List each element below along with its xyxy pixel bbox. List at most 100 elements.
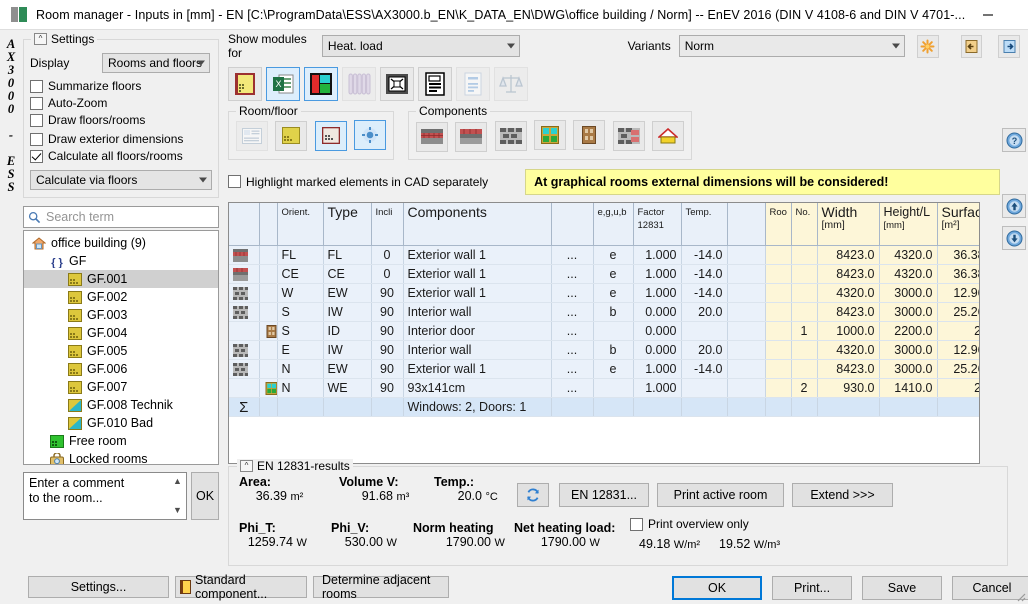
roof-icon[interactable] xyxy=(652,121,685,151)
cell-no[interactable] xyxy=(791,340,818,360)
cell-comp[interactable]: 93x141cm xyxy=(403,378,552,398)
cell-comp[interactable]: Exterior wall 1 xyxy=(403,359,552,379)
col-header-gap[interactable] xyxy=(727,202,766,246)
cell-temp[interactable]: -14.0 xyxy=(681,359,728,379)
show-modules-select[interactable]: Heat. load xyxy=(321,35,520,57)
cell-surface[interactable]: 36.3874 xyxy=(937,264,979,284)
tree-item-gf[interactable]: { } GF xyxy=(24,252,218,270)
cell-no[interactable] xyxy=(791,264,818,284)
tree-item-office-building-9[interactable]: office building (9) xyxy=(24,234,218,252)
cell-factor[interactable]: 1.000 xyxy=(633,283,682,303)
cell-height[interactable]: 2200.0 xyxy=(879,321,938,341)
checkbox-calculate-all-floors-rooms[interactable]: Calculate all floors/rooms xyxy=(30,149,212,163)
col-header-orient[interactable]: Orient. xyxy=(277,202,324,246)
wall-icon[interactable] xyxy=(494,121,527,151)
col-header-comp[interactable]: Components xyxy=(403,202,552,246)
cell-dots[interactable]: ... xyxy=(551,359,594,379)
room-dark-icon[interactable] xyxy=(314,120,347,151)
table-row[interactable]: S IW 90 Interior wall... b 0.000 20.0 8423.0 300… xyxy=(229,302,979,322)
cell-factor[interactable]: 0.000 xyxy=(633,321,682,341)
cell-incli[interactable]: 0 xyxy=(371,245,404,265)
room-area-icon[interactable] xyxy=(275,120,308,151)
cell-orient[interactable]: S xyxy=(277,321,324,341)
cell-roo[interactable] xyxy=(765,321,792,341)
excel-export-icon[interactable]: X xyxy=(266,67,300,101)
col-header-width[interactable]: Width [mm] xyxy=(817,202,880,246)
tree-item-free-room[interactable]: Free room xyxy=(24,432,218,450)
exterior-wall-icon[interactable] xyxy=(612,121,645,151)
cell-height[interactable]: 4320.0 xyxy=(879,245,938,265)
cell-egub[interactable]: b xyxy=(593,302,634,322)
col-header-egub[interactable]: e,g,u,b xyxy=(593,202,634,246)
tree-item-gf-005[interactable]: GF.005 xyxy=(24,342,218,360)
cell-roo[interactable] xyxy=(765,378,792,398)
components-table-container[interactable]: Orient. Type Incli Components e,g,u,b Factor 1… xyxy=(228,201,980,464)
balance-scale-icon[interactable] xyxy=(494,67,528,101)
cell-height[interactable]: 4320.0 xyxy=(879,264,938,284)
search-box[interactable]: Search term xyxy=(23,206,219,228)
cell-icon[interactable] xyxy=(229,359,260,379)
cell-egub[interactable]: e xyxy=(593,245,634,265)
cell-width[interactable]: 8423.0 xyxy=(817,359,880,379)
cell-comp[interactable]: Exterior wall 1 xyxy=(403,264,552,284)
cell-icon2[interactable] xyxy=(259,378,278,398)
comment-ok-button[interactable]: OK xyxy=(191,472,219,520)
cell-egub[interactable]: e xyxy=(593,264,634,284)
cell-egub[interactable] xyxy=(593,378,634,398)
document-icon[interactable] xyxy=(418,67,452,101)
cell-no[interactable] xyxy=(791,302,818,322)
standard-component-button[interactable]: Standard component... xyxy=(175,573,307,601)
checkbox-draw-floors-rooms[interactable]: Draw floors/rooms xyxy=(30,113,212,127)
cell-icon[interactable] xyxy=(229,340,260,360)
cell-surface[interactable]: 25.2690 xyxy=(937,359,979,379)
cell-gap[interactable] xyxy=(727,264,766,284)
cell-icon[interactable] xyxy=(229,302,260,322)
cell-surface[interactable]: 12.9600 xyxy=(937,340,979,360)
cell-dots[interactable]: ... xyxy=(551,283,594,303)
col-header-icon[interactable] xyxy=(229,202,260,246)
cell-no[interactable] xyxy=(791,245,818,265)
col-header-factor[interactable]: Factor 12831 xyxy=(633,202,682,246)
cell-type[interactable]: ID xyxy=(323,321,372,341)
cell-egub[interactable] xyxy=(593,321,634,341)
cell-roo[interactable] xyxy=(765,302,792,322)
col-header-icon2[interactable] xyxy=(259,202,278,246)
cell-width[interactable]: 8423.0 xyxy=(817,264,880,284)
refresh-button[interactable] xyxy=(517,483,549,507)
cell-factor[interactable]: 0.000 xyxy=(633,302,682,322)
snowflake-icon[interactable] xyxy=(916,34,939,58)
pipes-icon[interactable] xyxy=(342,67,376,101)
cell-dots[interactable]: ... xyxy=(551,378,594,398)
comment-scrollbar[interactable]: ▲ ▼ xyxy=(170,474,185,518)
window-icon[interactable] xyxy=(534,120,567,150)
determine-adjacent-rooms-button[interactable]: Determine adjacent rooms xyxy=(313,573,449,601)
cell-icon2[interactable] xyxy=(259,264,278,284)
cell-factor[interactable]: 1.000 xyxy=(633,245,682,265)
cell-orient[interactable]: S xyxy=(277,302,324,322)
col-header-roo[interactable]: Roo xyxy=(765,202,792,246)
cell-gap[interactable] xyxy=(727,340,766,360)
tree-item-gf-007[interactable]: GF.007 xyxy=(24,378,218,396)
cell-icon2[interactable] xyxy=(259,340,278,360)
col-header-surface[interactable]: Surface[m²] xyxy=(937,202,979,246)
cell-no[interactable] xyxy=(791,359,818,379)
col-header-incli[interactable]: Incli xyxy=(371,202,404,246)
settings-button[interactable]: Settings... xyxy=(28,576,169,598)
col-header-height[interactable]: Height/L [mm] xyxy=(879,202,938,246)
cell-surface[interactable]: 2.62 xyxy=(937,378,979,398)
cell-factor[interactable]: 1.000 xyxy=(633,378,682,398)
cell-orient[interactable]: CE xyxy=(277,264,324,284)
tree-item-gf-008-technik[interactable]: GF.008 Technik xyxy=(24,396,218,414)
cell-roo[interactable] xyxy=(765,283,792,303)
cell-gap[interactable] xyxy=(727,378,766,398)
cell-comp[interactable]: Exterior wall 1 xyxy=(403,245,552,265)
image-frame-icon[interactable] xyxy=(380,67,414,101)
col-header-temp[interactable]: Temp. xyxy=(681,202,728,246)
cell-height[interactable]: 1410.0 xyxy=(879,378,938,398)
cell-type[interactable]: IW xyxy=(323,340,372,360)
cell-surface[interactable]: 36.3874 xyxy=(937,245,979,265)
cell-incli[interactable]: 90 xyxy=(371,302,404,322)
room-properties-icon[interactable] xyxy=(236,121,268,151)
cell-no[interactable]: 1 xyxy=(791,321,818,341)
cell-type[interactable]: CE xyxy=(323,264,372,284)
